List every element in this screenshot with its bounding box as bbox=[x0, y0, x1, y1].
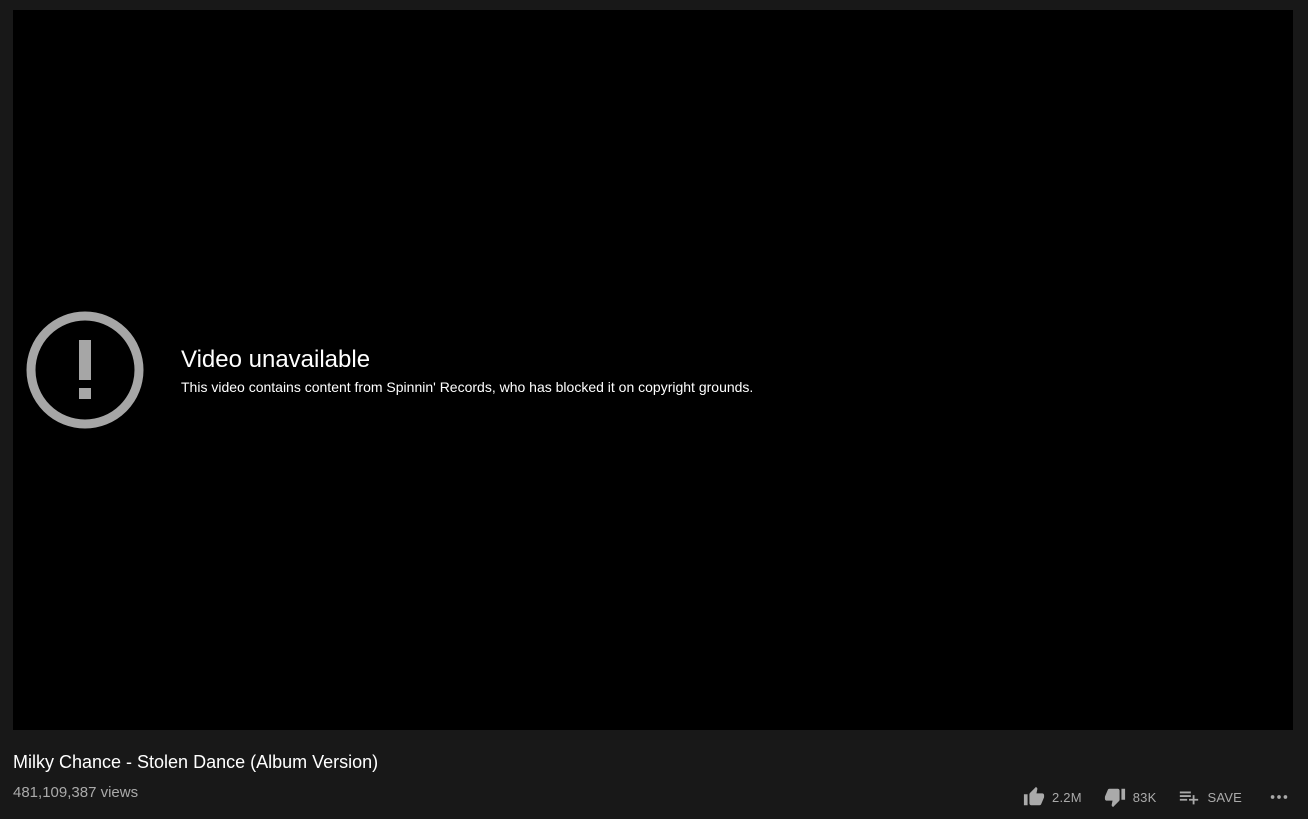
save-label: SAVE bbox=[1207, 789, 1242, 805]
video-actions: 2.2M 83K SAVE bbox=[1023, 784, 1290, 810]
error-title: Video unavailable bbox=[181, 346, 371, 373]
playlist-add-icon bbox=[1180, 791, 1199, 805]
dislike-count: 83K bbox=[1132, 789, 1157, 805]
save-button[interactable]: SAVE bbox=[1178, 786, 1242, 808]
dislike-button[interactable]: 83K bbox=[1104, 786, 1157, 808]
alert-circle-icon bbox=[26, 311, 144, 429]
video-title: Milky Chance - Stolen Dance (Album Versi… bbox=[13, 752, 379, 772]
error-description: This video contains content from Spinnin… bbox=[181, 379, 754, 395]
watch-page: Video unavailable This video contains co… bbox=[0, 0, 1308, 819]
more-actions-button[interactable] bbox=[1268, 786, 1290, 808]
like-button[interactable]: 2.2M bbox=[1023, 786, 1082, 808]
more-horizontal-icon bbox=[1270, 795, 1288, 799]
error-message-block: Video unavailable This video contains co… bbox=[181, 345, 753, 397]
like-count: 2.2M bbox=[1052, 789, 1082, 805]
thumbs-up-icon bbox=[1023, 786, 1045, 806]
view-count: 481,109,387 views bbox=[13, 784, 139, 801]
video-player[interactable]: Video unavailable This video contains co… bbox=[13, 10, 1293, 730]
thumbs-down-icon bbox=[1104, 788, 1125, 808]
